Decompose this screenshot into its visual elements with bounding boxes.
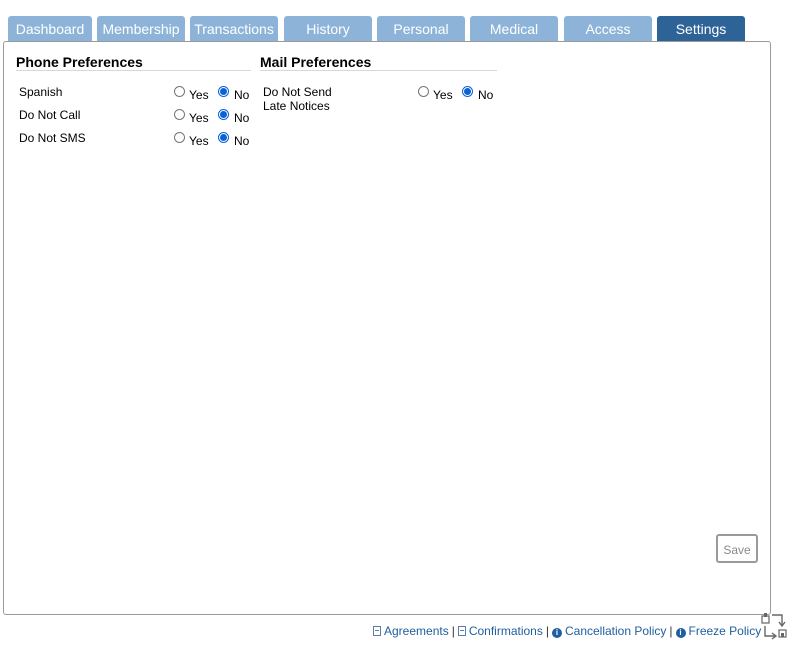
info-circle-icon: i [551, 628, 562, 638]
phone-preferences-title: Phone Preferences [16, 54, 143, 70]
tab-access[interactable]: Access [564, 16, 652, 42]
do-not-call-no-radio[interactable] [218, 109, 229, 120]
footer-separator: | [545, 624, 549, 638]
late-notices-label-line1: Do Not Send [263, 85, 332, 99]
tab-history[interactable]: History [284, 16, 372, 42]
save-button[interactable]: Save [716, 534, 758, 563]
late-notices-yes-label[interactable]: Yes [433, 88, 453, 102]
do-not-call-yes-label[interactable]: Yes [189, 111, 209, 125]
do-not-call-no-label[interactable]: No [234, 111, 249, 125]
do-not-sms-label: Do Not SMS [19, 131, 86, 145]
info-circle-icon: i [675, 628, 686, 638]
confirmations-link[interactable]: Confirmations [469, 624, 543, 638]
late-notices-no-label[interactable]: No [478, 88, 493, 102]
late-notices-no-radio[interactable] [462, 86, 473, 97]
tab-transactions[interactable]: Transactions [190, 16, 278, 42]
do-not-sms-yes-label[interactable]: Yes [189, 134, 209, 148]
mail-preferences-title: Mail Preferences [260, 54, 372, 70]
spanish-yes-label[interactable]: Yes [189, 88, 209, 102]
spanish-yes-radio[interactable] [174, 86, 185, 97]
do-not-sms-no-radio[interactable] [218, 132, 229, 143]
do-not-call-label: Do Not Call [19, 108, 81, 122]
freeze-policy-link[interactable]: Freeze Policy [689, 624, 762, 638]
footer-separator: | [451, 624, 455, 638]
cancellation-policy-link[interactable]: Cancellation Policy [565, 624, 666, 638]
footer-separator: | [669, 624, 673, 638]
tab-medical[interactable]: Medical [470, 16, 558, 42]
spanish-no-label[interactable]: No [234, 88, 249, 102]
tab-settings[interactable]: Settings [657, 16, 745, 42]
late-notices-label-line2: Late Notices [263, 99, 330, 113]
do-not-sms-no-label[interactable]: No [234, 134, 249, 148]
settings-panel: Phone Preferences Spanish Yes No Do Not … [3, 41, 771, 615]
phone-preferences-divider [16, 70, 251, 71]
tab-dashboard[interactable]: Dashboard [8, 16, 92, 42]
do-not-send-late-notices-label: Do Not Send Late Notices [263, 85, 332, 113]
agreements-link[interactable]: Agreements [384, 624, 449, 638]
spanish-no-radio[interactable] [218, 86, 229, 97]
footer-links: Agreements | Confirmations | i Cancellation P… [373, 624, 761, 638]
tab-membership[interactable]: Membership [97, 16, 185, 42]
tab-personal[interactable]: Personal [377, 16, 465, 42]
pdf-file-icon [457, 626, 466, 636]
spanish-label: Spanish [19, 85, 63, 99]
do-not-call-yes-radio[interactable] [174, 109, 185, 120]
pdf-file-icon [373, 626, 381, 636]
late-notices-yes-radio[interactable] [418, 86, 429, 97]
mail-preferences-divider [260, 70, 497, 71]
resize-icon[interactable] [760, 611, 788, 641]
do-not-sms-yes-radio[interactable] [174, 132, 185, 143]
